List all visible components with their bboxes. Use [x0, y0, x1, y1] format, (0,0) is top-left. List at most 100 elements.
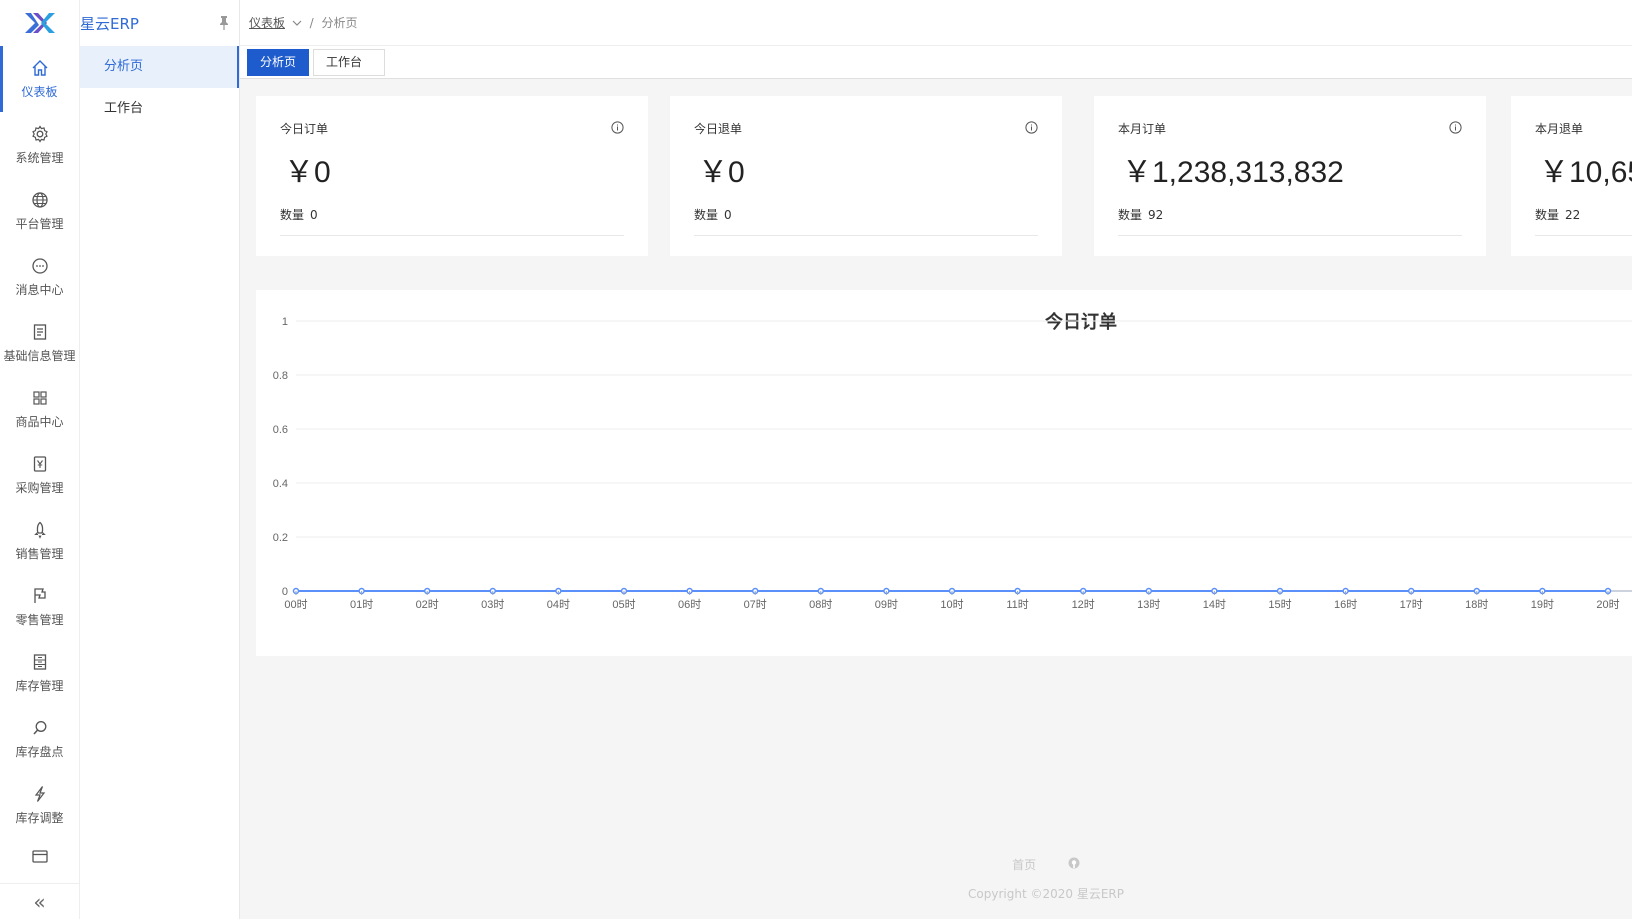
pin-icon[interactable] — [219, 16, 229, 30]
y-tick-label: 0 — [282, 586, 288, 598]
rail-item-yen[interactable]: 采购管理 — [0, 442, 79, 508]
stat-card-today-refunds: 今日退单 ￥0 数量 0 — [670, 96, 1062, 256]
x-tick-label: 12时 — [1072, 598, 1095, 611]
x-tick-label: 00时 — [284, 598, 307, 611]
stat-card-month-orders: 本月订单 ￥1,238,313,832 数量 92 — [1094, 96, 1486, 256]
tab-analysis[interactable]: 分析页 — [247, 48, 310, 76]
stat-card-month-refunds: 本月退单 ￥10,65 数量 22 — [1511, 96, 1632, 256]
card-footer: 数量 0 — [694, 206, 1038, 236]
card-title: 本月退单 — [1535, 122, 1584, 136]
logo-icon — [24, 13, 55, 33]
x-tick-label: 09时 — [875, 598, 898, 611]
card-value: ￥10,65 — [1539, 156, 1632, 189]
breadcrumb-separator: / — [309, 16, 314, 30]
rail-item-label: 商品中心 — [15, 415, 64, 429]
footer-copyright: Copyright ©2020 星云ERP — [968, 887, 1124, 901]
breadcrumb: 仪表板 / 分析页 — [249, 14, 358, 31]
rail-item-label: 采购管理 — [15, 481, 64, 495]
rail-item-label: 消息中心 — [15, 283, 64, 297]
github-icon[interactable] — [1068, 857, 1080, 872]
x-tick-label: 02时 — [416, 598, 439, 611]
card-value: ￥0 — [284, 156, 331, 189]
rail-item-grid[interactable]: 商品中心 — [0, 376, 79, 442]
rail-item-label: 库存管理 — [15, 679, 64, 693]
rocket-icon — [33, 521, 46, 539]
card-value: ￥0 — [698, 156, 745, 189]
sub-menu: 星云ERP 分析页 工作台 — [80, 0, 240, 919]
rail-item-document[interactable]: 基础信息管理 — [0, 310, 79, 376]
rail-item-gear[interactable]: 系统管理 — [0, 112, 79, 178]
rail-item-message[interactable]: 消息中心 — [0, 244, 79, 310]
chevron-down-icon[interactable] — [292, 19, 302, 27]
document-icon — [33, 324, 46, 340]
rail-item-flag[interactable]: 零售管理 — [0, 574, 79, 640]
rail-item-lightning[interactable]: 库存调整 — [0, 772, 79, 838]
lightning-icon — [34, 786, 45, 802]
stat-cards: 今日订单 ￥0 数量 0 今日退单 ￥0 数量 0 本月订单 ￥1,238,313,… — [256, 96, 1632, 256]
rail-item-home[interactable]: 仪表板 — [0, 46, 79, 112]
x-tick-label: 05时 — [612, 598, 635, 611]
x-tick-label: 13时 — [1137, 598, 1160, 611]
double-chevron-left-icon: « — [33, 889, 46, 914]
card-title: 今日订单 — [280, 122, 329, 136]
rail-item-search[interactable]: 库存盘点 — [0, 706, 79, 772]
card-value: ￥1,238,313,832 — [1122, 156, 1344, 189]
count-value: 92 — [1148, 208, 1164, 222]
icon-rail: 仪表板系统管理平台管理消息中心基础信息管理 商品中心采购管理销售管理零售管理库存管… — [0, 0, 80, 919]
rail-item-label: 基础信息管理 — [3, 349, 76, 363]
x-tick-label: 04时 — [547, 598, 570, 611]
x-tick-label: 17时 — [1400, 598, 1423, 611]
count-label: 数量 — [694, 208, 719, 222]
x-tick-label: 08时 — [809, 598, 832, 611]
submenu-item-workbench[interactable]: 工作台 — [80, 88, 239, 130]
x-tick-label: 15时 — [1268, 598, 1291, 611]
rail-item-globe[interactable]: 平台管理 — [0, 178, 79, 244]
grid-icon — [32, 391, 47, 405]
count-label: 数量 — [1535, 208, 1560, 222]
y-tick-label: 1 — [282, 316, 288, 328]
info-icon[interactable] — [611, 121, 624, 134]
x-tick-label: 16时 — [1334, 598, 1357, 611]
card-title: 本月订单 — [1118, 122, 1167, 136]
rail-item-rocket[interactable]: 销售管理 — [0, 508, 79, 574]
page-tabs: 分析页 工作台 — [240, 46, 1632, 79]
x-tick-label: 01时 — [350, 598, 373, 611]
count-label: 数量 — [1118, 208, 1143, 222]
info-icon[interactable] — [1025, 121, 1038, 134]
x-tick-label: 18时 — [1465, 598, 1488, 611]
y-tick-label: 0.8 — [273, 370, 288, 382]
submenu-item-analysis[interactable]: 分析页 — [80, 46, 239, 88]
x-tick-label: 19时 — [1531, 598, 1554, 611]
breadcrumb-dashboard[interactable]: 仪表板 — [249, 16, 285, 30]
today-orders-chart: 今日订单 0 0.2 0.4 0.6 0.8 1 00时 01时 02时 03时 04时 05时 06时… — [256, 290, 1632, 656]
rail-item-inventory[interactable]: 库存管理 — [0, 640, 79, 706]
card-footer: 数量 22 — [1535, 206, 1632, 236]
rail-item-card[interactable] — [0, 838, 79, 878]
globe-icon — [31, 192, 48, 208]
message-icon — [31, 258, 48, 274]
x-tick-label: 20时 — [1596, 598, 1619, 611]
tab-workbench[interactable]: 工作台 — [313, 48, 386, 76]
search-icon — [32, 721, 46, 735]
rail-item-label: 库存调整 — [15, 811, 64, 825]
card-icon — [31, 850, 48, 863]
line-chart: 0 0.2 0.4 0.6 0.8 1 00时 01时 02时 03时 04时 05时 06时 07时 08… — [273, 316, 1632, 611]
x-tick-label: 06时 — [678, 598, 701, 611]
rail-item-label: 平台管理 — [15, 217, 64, 231]
rail-item-label: 仪表板 — [21, 85, 58, 99]
footer-home-link[interactable]: 首页 — [1012, 858, 1036, 872]
brand: 星云ERP — [80, 0, 239, 46]
rail-item-label: 系统管理 — [15, 151, 64, 165]
brand-name: 星云ERP — [80, 14, 139, 33]
submenu-item-label: 分析页 — [104, 59, 144, 74]
count-value: 0 — [724, 208, 732, 222]
y-tick-label: 0.6 — [273, 424, 288, 436]
home-icon — [32, 60, 47, 76]
info-icon[interactable] — [1449, 121, 1462, 134]
submenu-item-label: 工作台 — [104, 101, 144, 116]
rail-item-label: 零售管理 — [15, 613, 64, 627]
app-logo[interactable] — [0, 0, 79, 46]
count-value: 0 — [310, 208, 318, 222]
card-footer: 数量 0 — [280, 206, 624, 236]
collapse-sidebar-button[interactable]: « — [0, 883, 79, 919]
